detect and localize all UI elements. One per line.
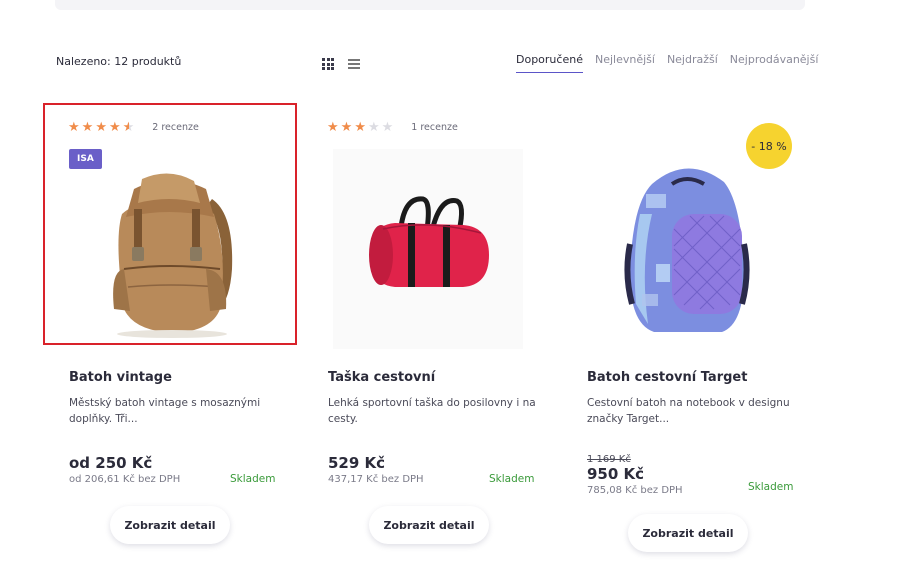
results-count: Nalezeno: 12 produktů: [56, 55, 182, 68]
product-name[interactable]: Batoh cestovní Target: [587, 370, 747, 385]
price-without-vat: od 206,61 Kč bez DPH: [69, 474, 181, 485]
star-half-icon: ★: [122, 120, 135, 135]
star-icon: ★: [81, 120, 94, 135]
sort-cheapest[interactable]: Nejlevnější: [595, 53, 655, 73]
product-card[interactable]: ★ ★ ★ ★ ★ 2 recenze ISA Batoh vintage Mě…: [44, 104, 294, 564]
product-description: Lehká sportovní taška do posilovny i na …: [328, 397, 536, 425]
price-without-vat: 437,17 Kč bez DPH: [328, 474, 424, 485]
show-detail-button[interactable]: Zobrazit detail: [110, 506, 230, 544]
product-price: od 250 Kč: [69, 454, 153, 472]
original-price: 1 169 Kč: [587, 454, 631, 465]
sort-tabs: Doporučené Nejlevnější Nejdražší Nejprod…: [516, 53, 830, 73]
product-image[interactable]: [313, 144, 543, 354]
product-image[interactable]: [54, 144, 284, 354]
product-name[interactable]: Batoh vintage: [69, 370, 172, 385]
show-detail-button[interactable]: Zobrazit detail: [369, 506, 489, 544]
product-description: Městský batoh vintage s mosaznými doplňk…: [69, 397, 261, 425]
product-price: 529 Kč: [328, 454, 386, 472]
price-without-vat: 785,08 Kč bez DPH: [587, 485, 683, 496]
stock-status: Skladem: [489, 473, 535, 485]
list-view-icon[interactable]: [348, 59, 360, 69]
star-empty-icon: ★: [367, 120, 380, 135]
star-icon: ★: [327, 120, 339, 135]
star-icon: ★: [108, 120, 121, 135]
stock-status: Skladem: [230, 473, 276, 485]
stock-status: Skladem: [748, 481, 794, 493]
top-strip: [55, 0, 805, 10]
sort-recommended[interactable]: Doporučené: [516, 53, 583, 73]
product-price: 950 Kč: [587, 465, 645, 483]
rating: ★ ★ ★ ★ ★ 1 recenze: [327, 121, 458, 134]
show-detail-button[interactable]: Zobrazit detail: [628, 514, 748, 552]
price-block: 529 Kč 437,17 Kč bez DPH: [328, 454, 424, 485]
star-icon: ★: [354, 120, 366, 135]
product-card[interactable]: - 18 % Batoh cestovní Target Cestovní ba…: [562, 104, 812, 564]
price-block: od 250 Kč od 206,61 Kč bez DPH: [69, 454, 180, 485]
product-description: Cestovní batoh na notebook v designu zna…: [587, 397, 790, 425]
product-name[interactable]: Taška cestovní: [328, 370, 435, 385]
rating: ★ ★ ★ ★ ★ 2 recenze: [68, 121, 199, 134]
star-icon: ★: [340, 120, 353, 135]
travel-bag-image: [369, 196, 489, 287]
product-image[interactable]: [572, 144, 802, 354]
star-icon: ★: [95, 120, 107, 135]
sort-bestselling[interactable]: Nejprodávanější: [730, 53, 819, 73]
star-empty-icon: ★: [381, 120, 394, 135]
review-count[interactable]: 1 recenze: [411, 122, 458, 133]
grid-view-icon[interactable]: [322, 58, 334, 70]
backpack-target-image: [624, 168, 750, 332]
sort-most-expensive[interactable]: Nejdražší: [667, 53, 718, 73]
star-icon: ★: [68, 120, 80, 135]
backpack-vintage-image: [113, 173, 233, 338]
product-card[interactable]: ★ ★ ★ ★ ★ 1 recenze Taška cestovní Lehká…: [303, 104, 553, 564]
review-count[interactable]: 2 recenze: [152, 122, 199, 133]
price-block: 1 169 Kč 950 Kč 785,08 Kč bez DPH: [587, 454, 683, 496]
